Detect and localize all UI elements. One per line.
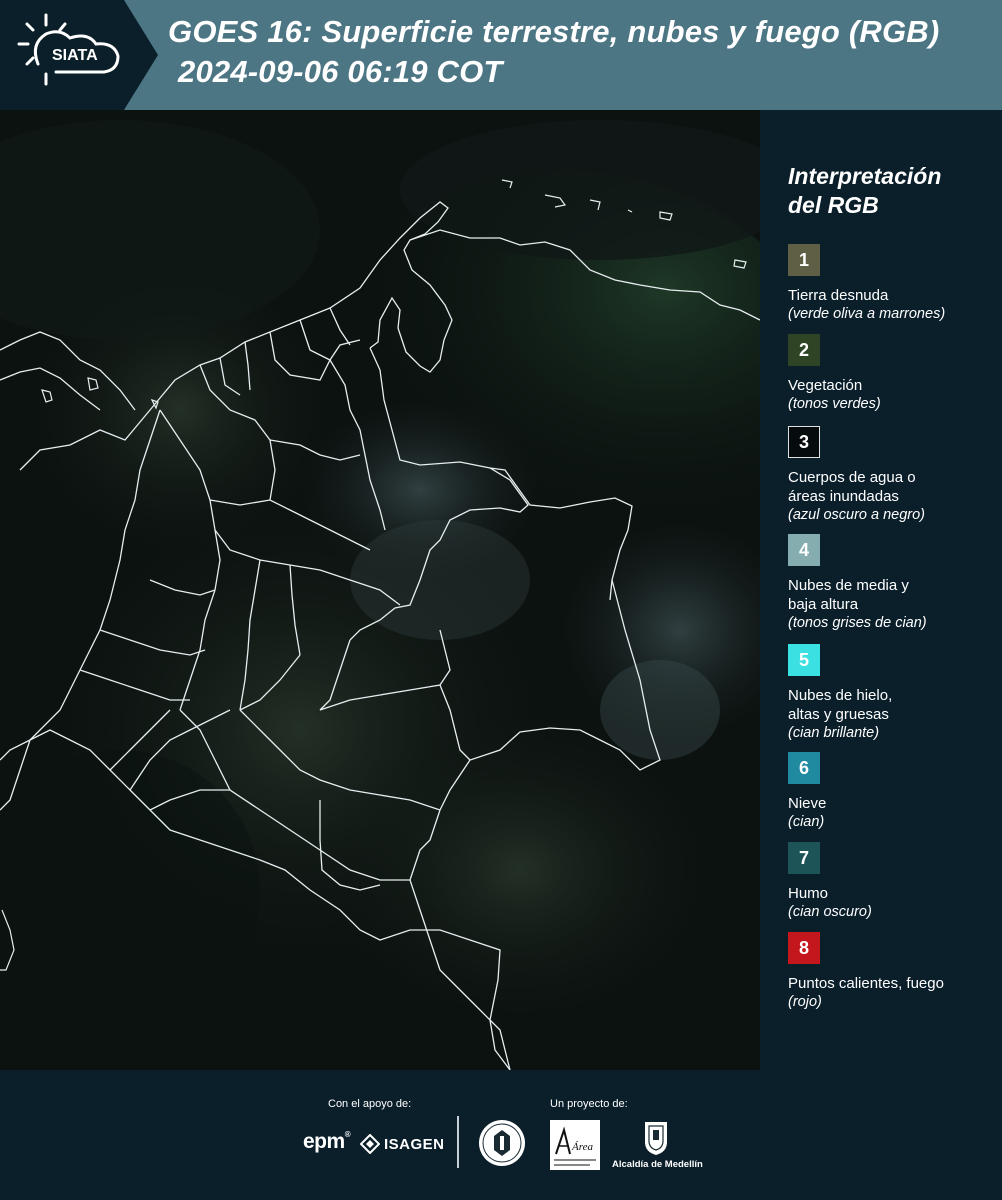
svg-text:Área: Área <box>571 1141 593 1153</box>
legend-panel: Interpretación del RGB 1 Tierra desnuda … <box>760 110 1002 1070</box>
legend-swatch: 1 <box>788 244 820 276</box>
project-label: Un proyecto de: <box>550 1098 628 1110</box>
legend-swatch: 7 <box>788 842 820 874</box>
support-label: Con el apoyo de: <box>328 1098 412 1110</box>
legend-item-vegetation: 2 Vegetación (tonos verdes) <box>788 334 998 414</box>
legend-swatch: 8 <box>788 932 820 964</box>
legend-sublabel: (tonos grises de cian) <box>788 615 927 631</box>
legend-label: Nubes de media y <box>788 577 909 594</box>
epm-logo: epm® <box>303 1130 351 1153</box>
legend-label-line2: baja altura <box>788 596 859 613</box>
isagen-text: ISAGEN <box>384 1135 445 1153</box>
header-banner: SIATA GOES 16: Superficie terrestre, nub… <box>0 0 1002 110</box>
svg-text:SIATA: SIATA <box>52 47 98 64</box>
legend-swatch: 5 <box>788 644 820 676</box>
legend-item-bare-land: 1 Tierra desnuda (verde oliva a marrones… <box>788 244 998 324</box>
legend-sublabel: (cian) <box>788 814 825 830</box>
legend-label: Cuerpos de agua o <box>788 469 916 486</box>
legend-label: Humo <box>788 885 829 902</box>
legend-item-fire: 8 Puntos calientes, fuego (rojo) <box>788 932 998 1012</box>
legend-label: Vegetación <box>788 377 863 394</box>
legend-item-smoke: 7 Humo (cian oscuro) <box>788 842 998 922</box>
page-timestamp: 2024-09-06 06:19 COT <box>178 54 503 89</box>
isagen-mark-icon <box>360 1134 380 1154</box>
legend-title-line1: Interpretación <box>788 163 942 189</box>
sun-cloud-icon: SIATA <box>0 0 158 110</box>
legend-label: Puntos calientes, fuego <box>788 975 944 992</box>
legend-sublabel: (verde oliva a marrones) <box>788 306 946 322</box>
legend-item-mid-low-clouds: 4 Nubes de media y baja altura (tonos gr… <box>788 534 998 633</box>
legend-sublabel: (cian oscuro) <box>788 904 872 920</box>
isagen-logo: ISAGEN <box>360 1134 445 1154</box>
legend-swatch: 4 <box>788 534 820 566</box>
medellin-seal-icon <box>479 1120 525 1166</box>
legend-label: Nieve <box>788 795 827 812</box>
legend-item-water: 3 Cuerpos de agua o áreas inundadas (azu… <box>788 426 998 525</box>
legend-swatch: 6 <box>788 752 820 784</box>
legend-title-line2: del RGB <box>788 192 879 218</box>
epm-text: epm <box>303 1130 345 1153</box>
legend-label: Tierra desnuda <box>788 287 889 304</box>
legend-sublabel: (azul oscuro a negro) <box>788 507 926 523</box>
legend-item-snow: 6 Nieve (cian) <box>788 752 998 832</box>
alcaldia-text: Alcaldía de Medellín <box>612 1159 703 1170</box>
area-metropolitana-logo: Área <box>550 1120 600 1170</box>
footer-divider <box>457 1116 459 1168</box>
page-title: GOES 16: Superficie terrestre, nubes y f… <box>168 14 940 49</box>
legend-swatch: 3 <box>788 426 820 458</box>
legend-sublabel: (tonos verdes) <box>788 396 881 412</box>
legend-sublabel: (rojo) <box>788 994 822 1010</box>
legend-swatch: 2 <box>788 334 820 366</box>
footer: Con el apoyo de: Un proyecto de: epm® IS… <box>0 1070 1002 1200</box>
siata-logo: SIATA <box>0 0 158 110</box>
legend-label-line2: áreas inundadas <box>788 488 899 505</box>
coat-of-arms-icon <box>645 1122 667 1155</box>
legend-sublabel: (cian brillante) <box>788 725 880 741</box>
map-canvas <box>0 110 760 1070</box>
legend-item-ice-clouds: 5 Nubes de hielo, altas y gruesas (cian … <box>788 644 998 743</box>
legend-label-line2: altas y gruesas <box>788 706 889 723</box>
satellite-map <box>0 110 761 1070</box>
area-mark-icon: Área <box>554 1126 596 1166</box>
legend-label: Nubes de hielo, <box>788 687 893 704</box>
legend-title: Interpretación del RGB <box>788 162 941 220</box>
